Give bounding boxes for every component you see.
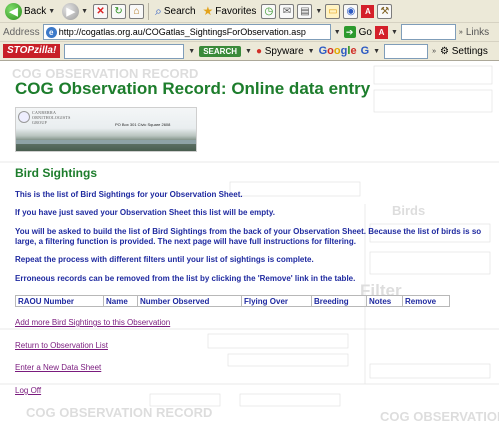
shield-icon: ● (255, 45, 262, 57)
toolbar-separator (148, 2, 150, 20)
chevron-down-icon[interactable]: ▼ (315, 8, 322, 15)
info-paragraph: Erroneous records can be removed from th… (15, 274, 356, 283)
search-icon: ⌕ (155, 3, 162, 18)
addon-search-input[interactable] (64, 43, 185, 59)
info-paragraph: Repeat the process with different filter… (15, 255, 314, 264)
column-header-notes: Notes (366, 295, 403, 307)
chevron-down-icon[interactable]: ▼ (334, 29, 341, 36)
spyware-button[interactable]: ● Spyware (256, 46, 304, 57)
chevron-down-icon[interactable]: ▼ (245, 48, 252, 55)
web-page: COG OBSERVATION RECORD Filter Birds COG … (0, 64, 499, 431)
favorites-button[interactable]: ★ Favorites (201, 2, 259, 21)
chevron-down-icon[interactable]: ▼ (188, 48, 195, 55)
back-label: Back (24, 5, 47, 17)
forward-arrow-icon: ▶ (62, 2, 80, 20)
go-arrow-icon[interactable]: ➔ (343, 26, 356, 38)
gear-icon: ⚙ (439, 45, 449, 57)
column-header-flying-over: Flying Over (241, 295, 312, 307)
tools-icon[interactable]: ⚒ (377, 3, 393, 19)
back-button[interactable]: ◀ Back ▼ (3, 2, 57, 21)
cog-banner-image: CANBERRA ORNITHOLOGISTS GROUP PO Box 301… (15, 107, 197, 152)
info-paragraph: You will be asked to build the list of B… (15, 227, 482, 246)
info-paragraph: This is the list of Bird Sightings for y… (15, 190, 243, 199)
stopzilla-logo[interactable]: STOPzilla! (3, 44, 61, 58)
google-g-button[interactable]: G (361, 45, 370, 57)
table-header-row: RAOU Number Name Number Observed Flying … (15, 295, 450, 307)
search-label: Search (163, 5, 196, 17)
chevron-right-icon[interactable]: » (432, 48, 436, 55)
home-icon[interactable]: ⌂ (129, 3, 145, 19)
column-header-name: Name (103, 295, 138, 307)
chevron-down-icon[interactable]: ▼ (48, 8, 55, 15)
history-icon[interactable]: ◷ (261, 3, 277, 19)
add-sightings-link[interactable]: Add more Bird Sightings to this Observat… (15, 318, 170, 327)
column-header-number-observed: Number Observed (137, 295, 242, 307)
star-icon: ★ (202, 4, 214, 18)
sightings-table-wrap: RAOU Number Name Number Observed Flying … (15, 295, 450, 307)
org-name-line3: GROUP (32, 120, 48, 125)
page-title: COG Observation Record: Online data entr… (15, 79, 371, 98)
chevron-down-icon[interactable]: ▼ (373, 48, 380, 55)
pdf-icon[interactable]: A (361, 4, 375, 18)
pdf-icon[interactable]: A (374, 25, 388, 39)
folder-icon[interactable]: ▭ (325, 3, 341, 19)
settings-button[interactable]: ⚙ Settings (440, 46, 488, 57)
section-title: Bird Sightings (15, 166, 97, 180)
watermark-form-title-right: COG OBSERVATION RECORD (380, 409, 499, 424)
google-logo: Google (318, 45, 357, 57)
addon-search-button[interactable]: SEARCH (199, 45, 241, 57)
bird-logo-icon (18, 111, 30, 123)
return-to-observation-list-link[interactable]: Return to Observation List (15, 341, 108, 350)
column-header-raou-number: RAOU Number (15, 295, 104, 307)
address-bar: Address e http://cogatlas.org.au/COGatla… (0, 23, 499, 42)
spyware-label: Spyware (264, 45, 304, 57)
address-label: Address (3, 26, 40, 38)
refresh-icon[interactable]: ↻ (111, 3, 127, 19)
mail-icon[interactable]: ✉ (279, 3, 295, 19)
page-icon: e (45, 26, 57, 38)
settings-label: Settings (451, 45, 488, 57)
main-content: COG Observation Record: Online data entr… (15, 64, 495, 406)
url-text: http://cogatlas.org.au/COGatlas_Sighting… (58, 27, 306, 37)
banner-org-name: CANBERRA ORNITHOLOGISTS GROUP (32, 110, 71, 125)
links-button[interactable]: Links (466, 27, 489, 38)
chevron-right-icon[interactable]: » (459, 29, 463, 36)
column-header-remove: Remove (402, 295, 450, 307)
stop-icon[interactable]: ✕ (93, 3, 109, 19)
browser-toolbar: ◀ Back ▼ ▶ ▼ ✕ ↻ ⌂ ⌕ Search ★ Favorites … (0, 0, 499, 23)
info-paragraph: If you have just saved your Observation … (15, 208, 275, 217)
go-button[interactable]: Go (359, 27, 372, 38)
chevron-down-icon[interactable]: ▼ (391, 29, 398, 36)
google-search-input[interactable] (384, 43, 429, 59)
print-icon[interactable]: ▤ (297, 3, 313, 19)
watermark-form-title-lower: COG OBSERVATION RECORD (26, 405, 212, 420)
banner-postal-address: PO Box 301 Civic Square 2608 (115, 122, 171, 127)
url-input[interactable]: e http://cogatlas.org.au/COGatlas_Sighti… (42, 24, 331, 40)
banner-lake (16, 140, 196, 144)
toolbar-input[interactable] (400, 24, 456, 40)
back-arrow-icon: ◀ (5, 2, 22, 20)
log-off-link[interactable]: Log Off (15, 386, 41, 395)
messenger-icon[interactable]: ◉ (343, 3, 359, 19)
chevron-down-icon[interactable]: ▼ (81, 8, 88, 15)
column-header-breeding: Breeding (311, 295, 367, 307)
enter-new-data-sheet-link[interactable]: Enter a New Data Sheet (15, 363, 101, 372)
action-links: Add more Bird Sightings to this Observat… (15, 306, 495, 406)
search-button[interactable]: ⌕ Search (153, 2, 197, 21)
addon-toolbar: STOPzilla! ▼ SEARCH ▼ ● Spyware ▼ Google… (0, 42, 499, 61)
favorites-label: Favorites (215, 5, 257, 17)
forward-button[interactable]: ▶ ▼ (60, 2, 90, 21)
chevron-down-icon[interactable]: ▼ (308, 48, 315, 55)
